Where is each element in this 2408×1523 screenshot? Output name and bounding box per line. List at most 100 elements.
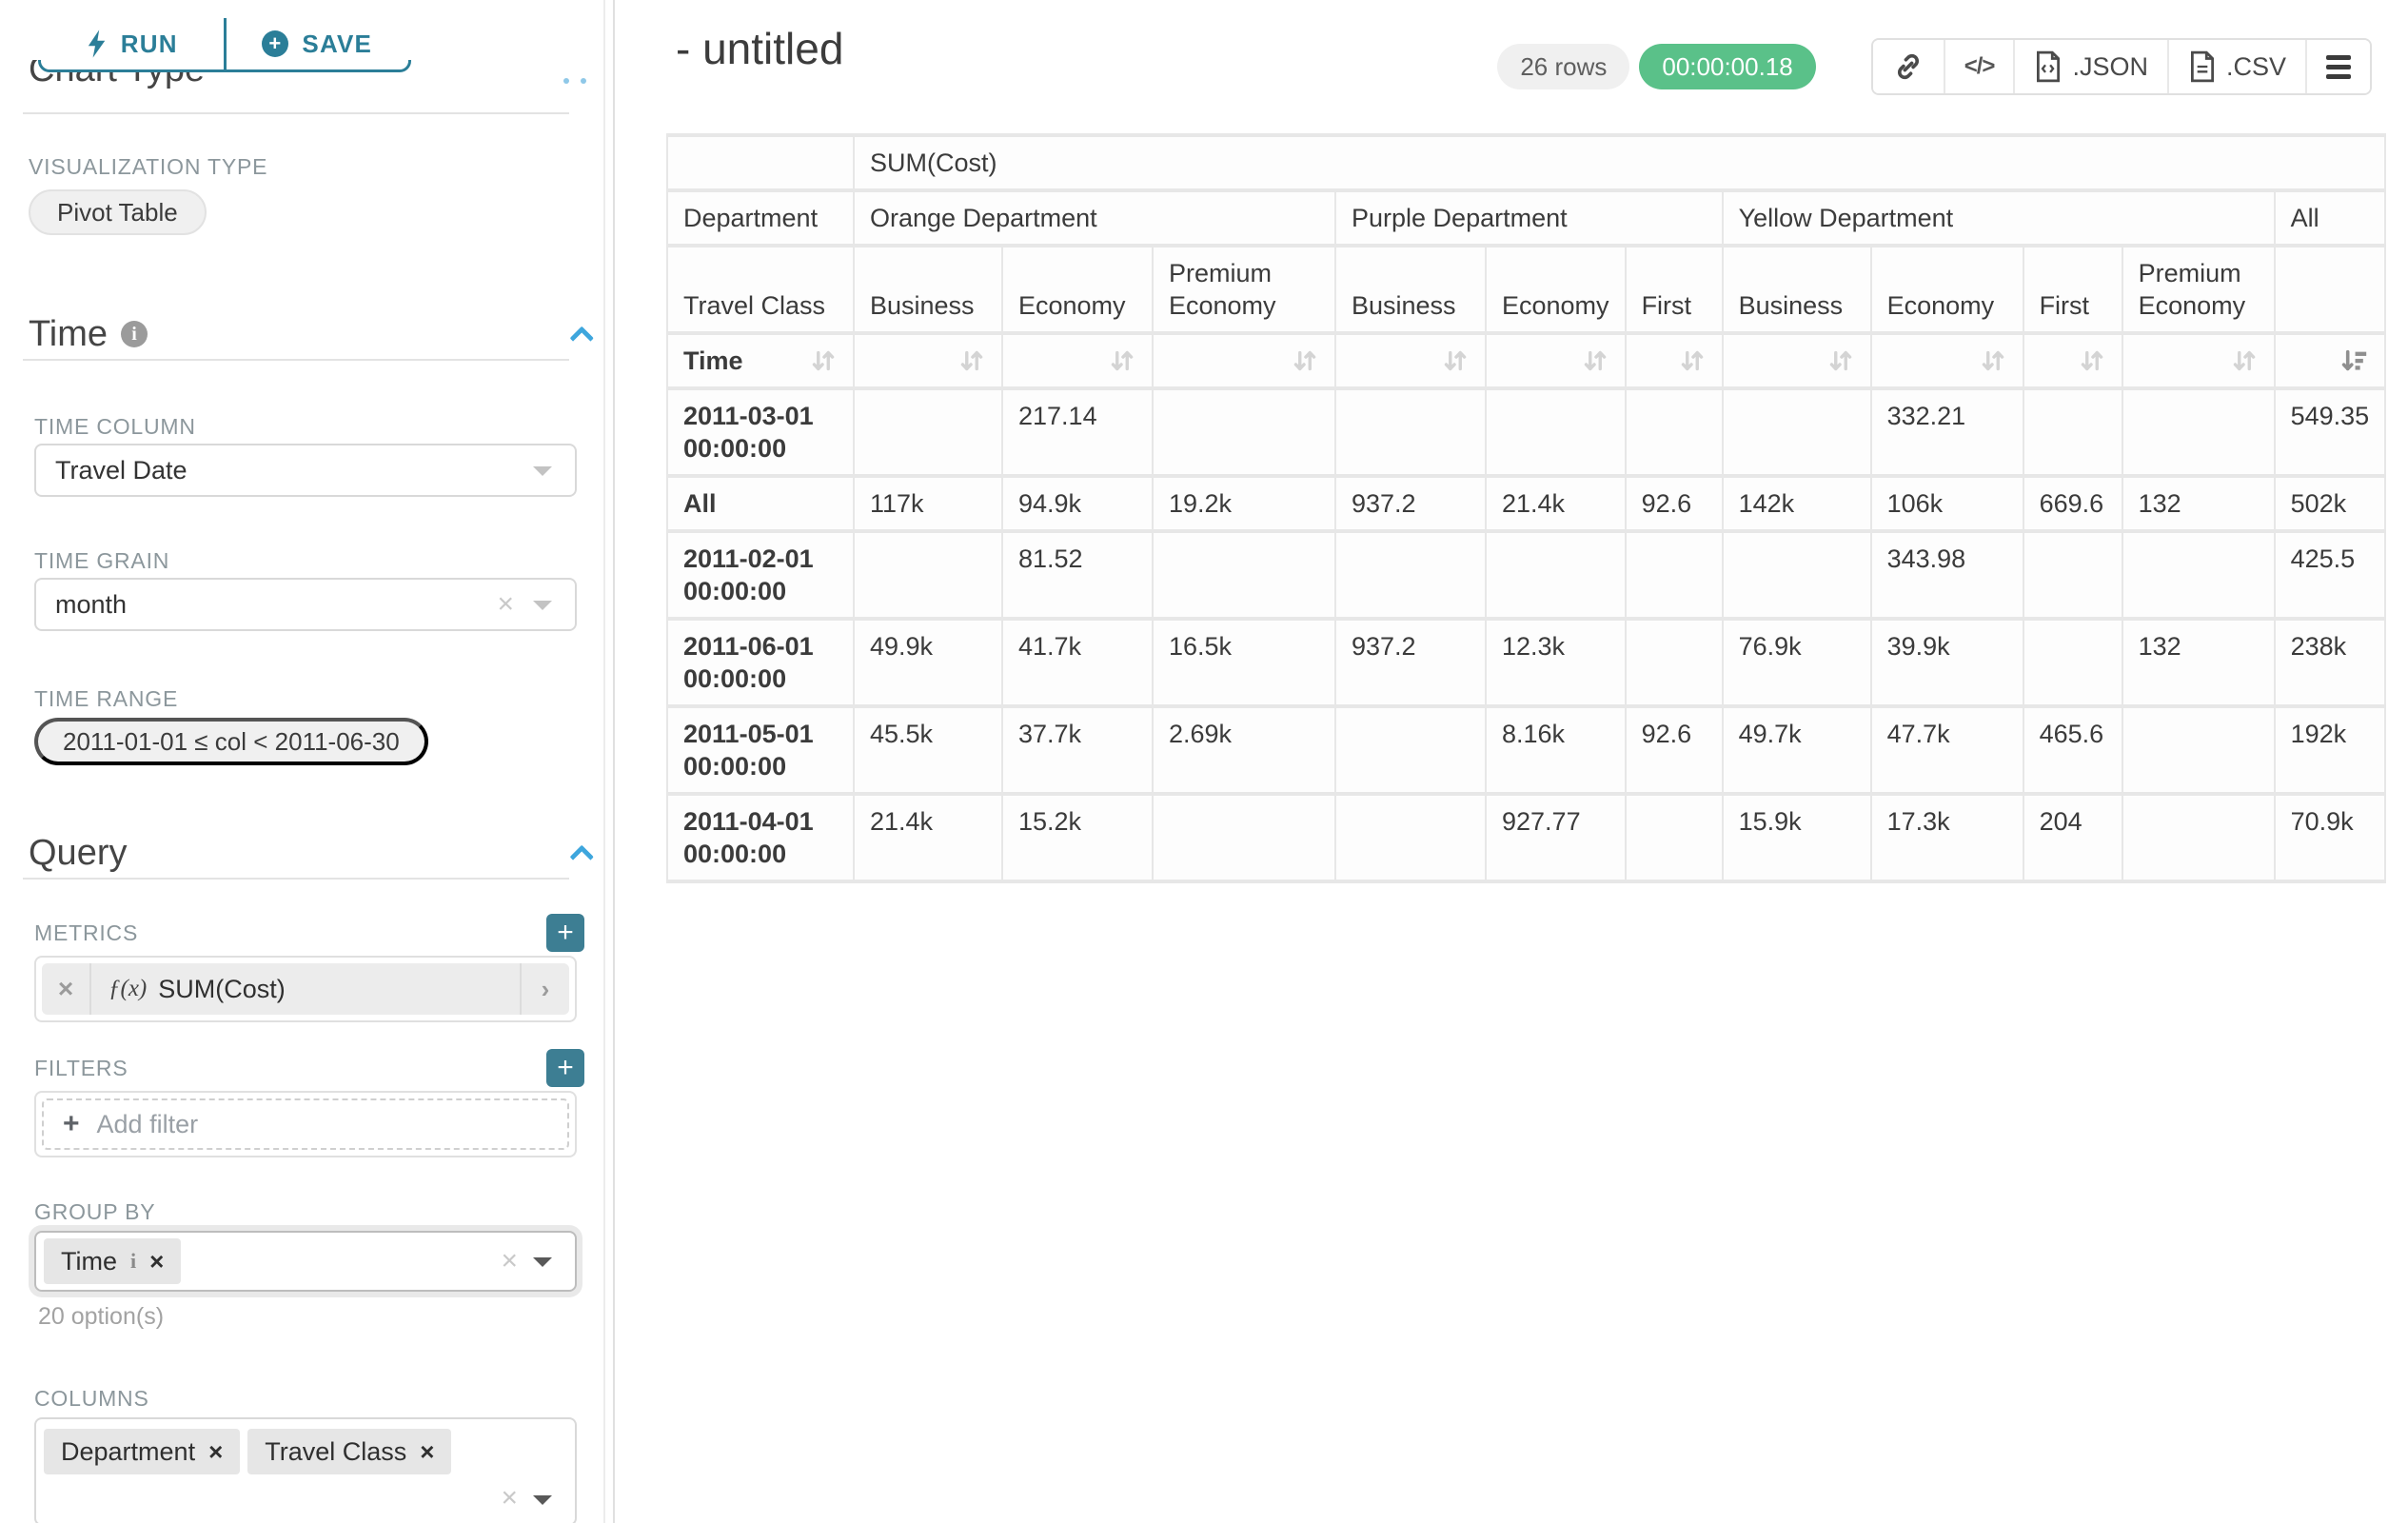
sort-header[interactable]	[2122, 333, 2275, 388]
remove-metric-icon[interactable]: ×	[42, 963, 91, 1015]
plus-icon: +	[557, 919, 574, 947]
travel-class-header: Economy	[1002, 246, 1153, 333]
pivot-value-cell	[1335, 531, 1486, 619]
chevron-right-icon[interactable]: ›	[520, 963, 569, 1015]
chevron-up-icon[interactable]	[570, 845, 594, 869]
sort-header[interactable]	[1871, 333, 2023, 388]
pivot-value-cell: 132	[2122, 476, 2275, 531]
save-button[interactable]: + SAVE	[227, 18, 409, 69]
time-section-header[interactable]: Time i	[0, 311, 613, 357]
time-column-value: Travel Date	[55, 456, 188, 485]
sort-header[interactable]	[1486, 333, 1626, 388]
file-text-icon	[2188, 50, 2217, 83]
pivot-value-cell	[1153, 794, 1335, 881]
control-panel: Chart Type RUN + SAVE VISUALIZATION TYPE…	[0, 0, 615, 1523]
embed-code-button[interactable]: </>	[1945, 40, 2016, 93]
pivot-value-cell: 15.2k	[1002, 794, 1153, 881]
time-section-title: Time	[29, 314, 108, 355]
pivot-value-cell: 117k	[854, 476, 1002, 531]
pivot-table: SUM(Cost)DepartmentOrange DepartmentPurp…	[666, 133, 2386, 883]
pivot-value-cell: 343.98	[1871, 531, 2023, 619]
pivot-row-label: 2011-02-01 00:00:00	[667, 531, 854, 619]
clear-all-icon[interactable]: ×	[501, 1247, 518, 1276]
query-timer-badge: 00:00:00.18	[1639, 44, 1815, 89]
time-grain-value: month	[55, 590, 127, 620]
pivot-value-cell: 937.2	[1335, 619, 1486, 706]
group-by-chip-time[interactable]: Time i ×	[44, 1238, 181, 1284]
pivot-value-cell: 92.6	[1626, 476, 1723, 531]
pivot-value-cell: 21.4k	[1486, 476, 1626, 531]
run-save-button-group: RUN + SAVE	[38, 15, 411, 72]
sort-header[interactable]	[2023, 333, 2122, 388]
clear-icon[interactable]: ×	[497, 590, 514, 619]
sort-header[interactable]	[1002, 333, 1153, 388]
pivot-value-cell	[1335, 706, 1486, 794]
metric-chip[interactable]: × ƒ(x) SUM(Cost) ›	[42, 963, 569, 1015]
lightning-bolt-icon	[87, 30, 108, 58]
pivot-value-cell: 502k	[2275, 476, 2386, 531]
columns-chip-department[interactable]: Department ×	[44, 1429, 240, 1474]
pivot-value-cell: 39.9k	[1871, 619, 2023, 706]
metrics-label: METRICS	[34, 920, 138, 946]
travel-class-header: Business	[854, 246, 1002, 333]
chart-panel: - untitled 26 rows 00:00:00.18 </> .JSON	[615, 0, 2408, 1523]
chip-remove-icon[interactable]: ×	[420, 1437, 434, 1467]
pivot-value-cell: 21.4k	[854, 794, 1002, 881]
chart-title[interactable]: - untitled	[676, 23, 843, 74]
travel-class-header: Business	[1335, 246, 1486, 333]
share-link-button[interactable]	[1873, 40, 1945, 93]
sort-header-time[interactable]: Time	[667, 333, 854, 388]
export-csv-button[interactable]: .CSV	[2169, 40, 2307, 93]
menu-button[interactable]	[2307, 40, 2370, 93]
pivot-value-cell: 19.2k	[1153, 476, 1335, 531]
travel-class-header: Business	[1723, 246, 1871, 333]
add-metric-button[interactable]: +	[546, 914, 584, 952]
department-corner-label: Department	[667, 190, 854, 246]
time-range-pill[interactable]: 2011-01-01 ≤ col < 2011-06-30	[34, 718, 428, 765]
section-divider	[23, 112, 569, 114]
pivot-value-cell	[1626, 388, 1723, 476]
chevron-down-icon	[533, 466, 552, 476]
pivot-value-cell: 41.7k	[1002, 619, 1153, 706]
pivot-value-cell: 70.9k	[2275, 794, 2386, 881]
pivot-value-cell	[2023, 531, 2122, 619]
pivot-value-cell: 47.7k	[1871, 706, 2023, 794]
columns-chip-travel-class[interactable]: Travel Class ×	[247, 1429, 451, 1474]
pivot-value-cell: 927.77	[1486, 794, 1626, 881]
sort-header-descending[interactable]	[2275, 333, 2386, 388]
query-section-header[interactable]: Query	[0, 830, 613, 876]
pivot-value-cell	[1723, 531, 1871, 619]
pivot-value-cell	[1626, 619, 1723, 706]
columns-select[interactable]: Department × Travel Class × ×	[34, 1417, 577, 1523]
add-filter-button[interactable]: + Add filter	[42, 1098, 569, 1150]
clear-all-icon[interactable]: ×	[501, 1484, 518, 1513]
metric-label: SUM(Cost)	[158, 975, 286, 1004]
chip-remove-icon[interactable]: ×	[149, 1247, 164, 1276]
pivot-value-cell: 217.14	[1002, 388, 1153, 476]
sort-header[interactable]	[1335, 333, 1486, 388]
time-grain-select[interactable]: month ×	[34, 578, 577, 631]
sort-header[interactable]	[854, 333, 1002, 388]
group-by-select[interactable]: Time i × ×	[34, 1231, 577, 1292]
time-grain-label: TIME GRAIN	[34, 548, 613, 574]
panel-scrollbar[interactable]	[603, 0, 605, 1523]
run-button[interactable]: RUN	[41, 18, 227, 69]
pivot-row-label: 2011-05-01 00:00:00	[667, 706, 854, 794]
sort-header[interactable]	[1153, 333, 1335, 388]
pivot-row-label: All	[667, 476, 854, 531]
viz-type-label: VISUALIZATION TYPE	[29, 154, 584, 180]
sort-header[interactable]	[1723, 333, 1871, 388]
export-json-button[interactable]: .JSON	[2015, 40, 2169, 93]
plus-circle-icon: +	[262, 30, 288, 57]
time-column-select[interactable]: Travel Date	[34, 444, 577, 497]
chevron-up-icon[interactable]	[570, 326, 594, 350]
pivot-value-cell: 76.9k	[1723, 619, 1871, 706]
time-corner-label: Time	[683, 345, 743, 377]
add-filter-plus-button[interactable]: +	[546, 1049, 584, 1087]
chevron-down-icon	[533, 601, 552, 610]
viz-type-pill[interactable]: Pivot Table	[29, 189, 207, 235]
chart-type-collapse-chevron-icon[interactable]	[563, 78, 594, 86]
sort-header[interactable]	[1626, 333, 1723, 388]
pivot-value-cell	[1486, 388, 1626, 476]
chip-remove-icon[interactable]: ×	[208, 1437, 223, 1467]
